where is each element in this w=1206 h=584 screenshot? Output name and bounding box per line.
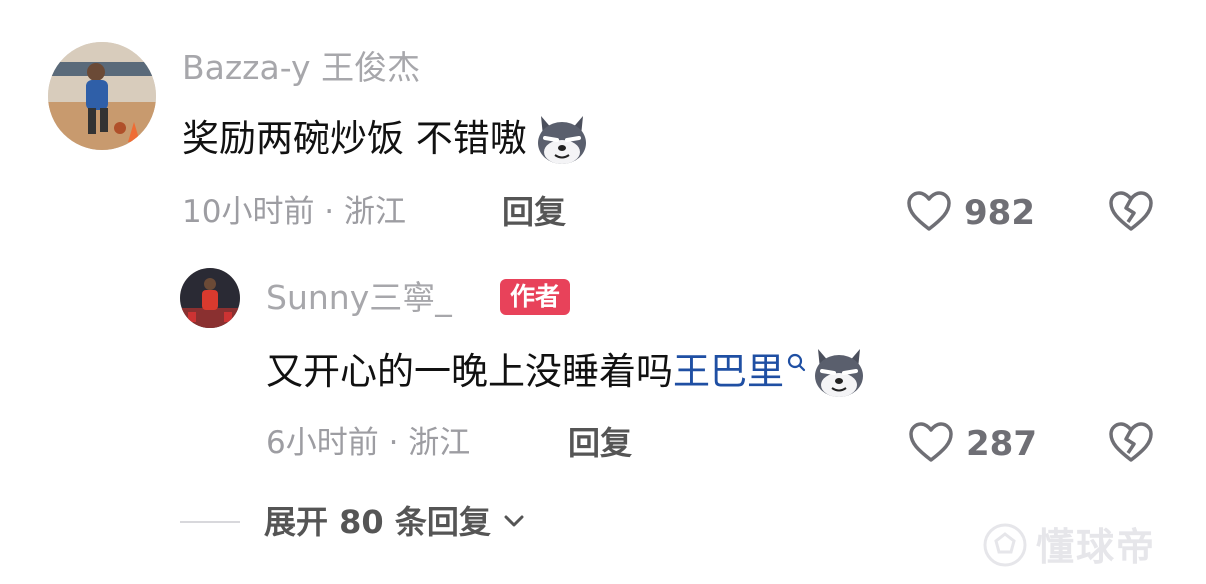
reply-button[interactable]: 回复 [502, 192, 566, 232]
heart-icon [906, 190, 952, 236]
expand-replies-button[interactable]: 展开 80 条回复 [180, 502, 525, 542]
heart-icon [908, 421, 954, 467]
chevron-down-icon [503, 513, 525, 532]
comment-username[interactable]: Bazza-y 王俊杰 [182, 48, 420, 88]
comment-text: 奖励两碗炒饭 不错嗷 [182, 110, 591, 168]
reply-like-count: 287 [966, 424, 1037, 464]
reply-like-button[interactable]: 287 [908, 421, 1037, 467]
comment-body: 奖励两碗炒饭 不错嗷 [182, 117, 527, 160]
reply-timestamp-location: 6小时前 · 浙江 [266, 425, 471, 461]
avatar-photo [48, 42, 156, 150]
broken-heart-icon [1108, 191, 1154, 236]
search-icon [784, 352, 806, 392]
reply-reply-button[interactable]: 回复 [568, 423, 632, 463]
mention-link[interactable]: 王巴里 [673, 348, 784, 396]
author-badge: 作者 [500, 279, 571, 315]
broken-heart-icon [1108, 422, 1154, 467]
like-count: 982 [964, 193, 1035, 233]
divider-line [180, 521, 240, 523]
watermark: 懂球帝 [982, 522, 1156, 572]
comment-timestamp-location: 10小时前 · 浙江 [182, 194, 407, 230]
avatar-photo [180, 268, 240, 328]
football-logo-icon [982, 522, 1028, 572]
reply-avatar[interactable] [180, 268, 240, 328]
wolf-face-icon [533, 110, 591, 168]
dislike-button[interactable] [1108, 190, 1154, 236]
reply-username[interactable]: Sunny三寧_ [266, 278, 452, 318]
avatar[interactable] [48, 42, 156, 150]
watermark-text: 懂球帝 [1036, 525, 1157, 569]
reply-text: 又开心的一晚上没睡着吗 王巴里 [266, 343, 868, 401]
reply-dislike-button[interactable] [1108, 421, 1154, 467]
like-button[interactable]: 982 [906, 190, 1035, 236]
expand-replies-label: 展开 80 条回复 [264, 503, 491, 541]
reply-body: 又开心的一晚上没睡着吗 [266, 350, 673, 393]
wolf-face-icon [810, 343, 868, 401]
